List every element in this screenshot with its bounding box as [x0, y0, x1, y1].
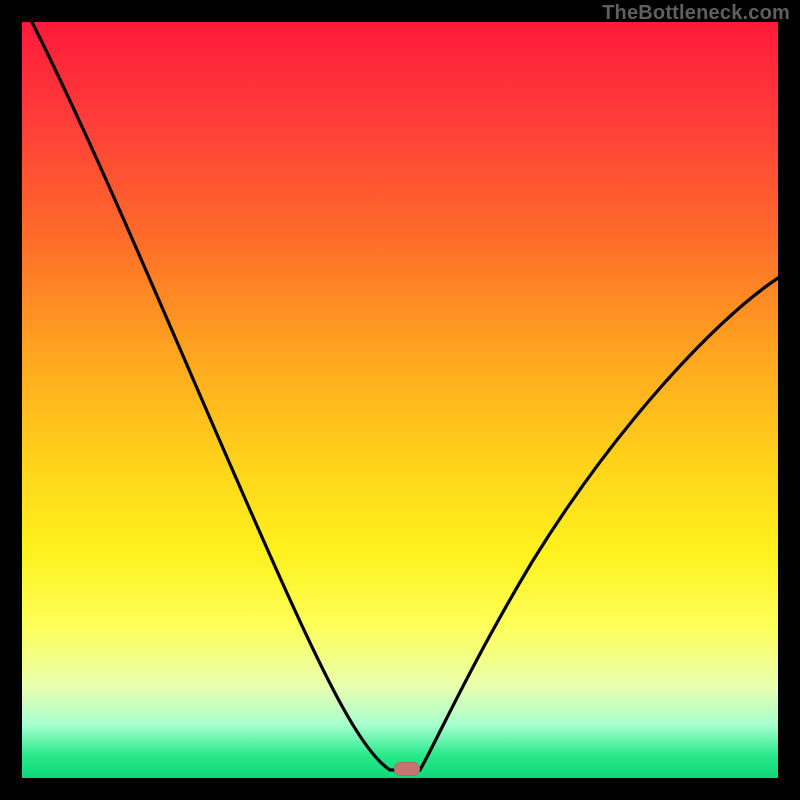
chart-frame: TheBottleneck.com: [0, 0, 800, 800]
curve-path: [32, 22, 778, 770]
optimum-marker: [394, 762, 420, 776]
bottleneck-curve: [22, 22, 778, 778]
watermark-text: TheBottleneck.com: [602, 2, 790, 25]
